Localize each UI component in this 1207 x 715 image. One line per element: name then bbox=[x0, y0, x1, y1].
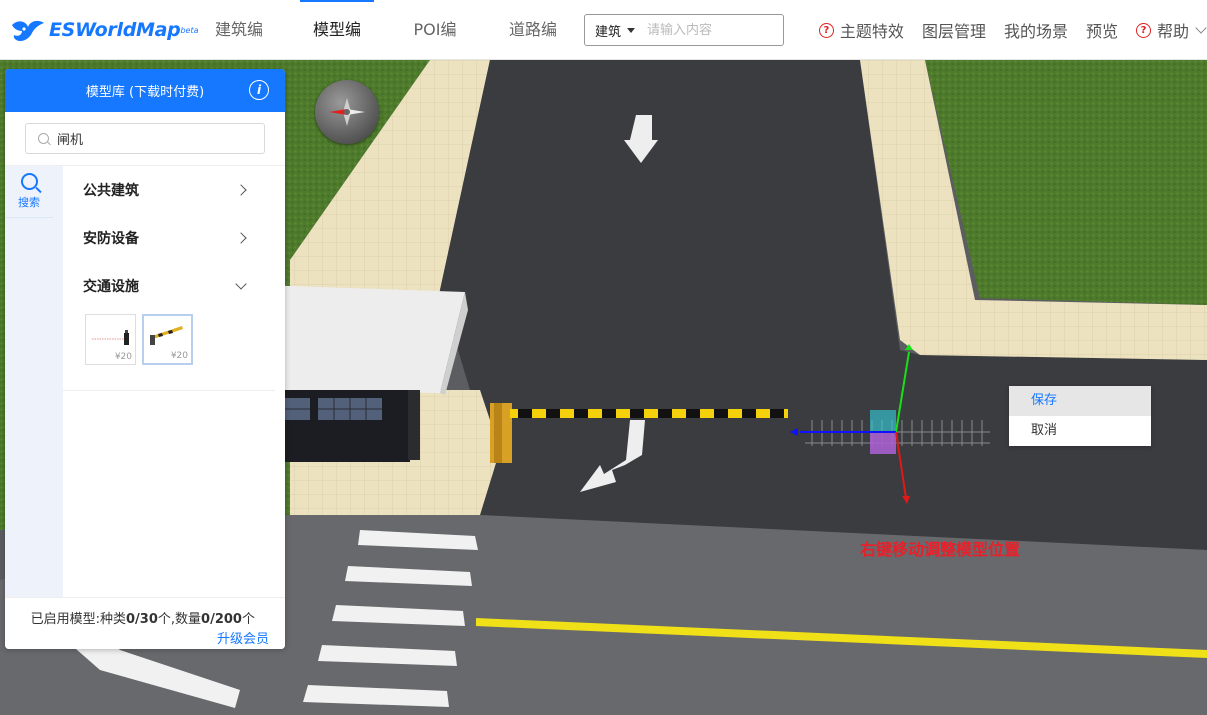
model-card-bollard[interactable]: ¥20 bbox=[85, 314, 136, 365]
upgrade-link[interactable]: 升级会员 bbox=[217, 628, 269, 647]
usage-prefix: 已启用模型:种类 bbox=[30, 612, 127, 627]
search-icon bbox=[20, 173, 38, 190]
model-card-barrier-gate[interactable]: ¥20 bbox=[142, 314, 193, 365]
category-security-equipment[interactable]: 安防设备 bbox=[63, 214, 275, 262]
panel-footer: 已启用模型:种类0/30个,数量0/200个 升级会员 bbox=[5, 597, 285, 649]
model-search-input[interactable] bbox=[57, 131, 247, 146]
usage-kinds: 0/30 bbox=[126, 612, 158, 627]
nav-building-edit[interactable]: 建筑编 bbox=[190, 0, 288, 60]
usage-suffix: 个 bbox=[241, 612, 255, 627]
caret-down-icon bbox=[627, 27, 636, 33]
logo-text: ESWorldMap bbox=[49, 19, 181, 41]
chevron-right-icon bbox=[235, 232, 247, 244]
layer-mgmt-button[interactable]: 图层管理 bbox=[922, 18, 986, 42]
context-menu: 保存 取消 bbox=[1009, 386, 1151, 446]
side-tab-label: 搜索 bbox=[18, 196, 40, 209]
category-traffic-facilities[interactable]: 交通设施 bbox=[63, 262, 275, 310]
chevron-down-icon bbox=[1195, 22, 1207, 34]
panel-header: 模型库 (下载时付费) i bbox=[5, 69, 285, 112]
search-icon bbox=[38, 133, 49, 144]
model-usage-text: 已启用模型:种类0/30个,数量0/200个 bbox=[31, 608, 255, 627]
main-nav: 建筑编 模型编 POI编 道路编 bbox=[190, 0, 582, 60]
top-header: ESWorldMap beta 建筑编 模型编 POI编 道路编 建筑 ? 主题… bbox=[0, 0, 1207, 60]
model-price: ¥20 bbox=[114, 352, 132, 362]
chevron-down-icon bbox=[235, 277, 247, 290]
right-menu: ? 主题特效 图层管理 我的场景 预览 ? 帮助 bbox=[801, 0, 1207, 60]
logo[interactable]: ESWorldMap beta bbox=[10, 14, 199, 46]
logo-bird-icon bbox=[12, 20, 44, 41]
help-label: 帮助 bbox=[1156, 22, 1189, 41]
panel-title: 模型库 (下载时付费) bbox=[85, 85, 205, 100]
question-icon: ? bbox=[818, 22, 834, 38]
nav-poi-edit[interactable]: POI编 bbox=[386, 0, 484, 60]
my-scene-button[interactable]: 我的场景 bbox=[1004, 18, 1068, 42]
theme-effects-label: 主题特效 bbox=[839, 22, 904, 41]
model-price: ¥20 bbox=[170, 351, 188, 361]
question-icon: ? bbox=[1135, 22, 1151, 38]
theme-effects-button[interactable]: ? 主题特效 bbox=[818, 18, 904, 42]
context-cancel[interactable]: 取消 bbox=[1009, 416, 1151, 446]
context-save[interactable]: 保存 bbox=[1009, 386, 1151, 416]
header-search: 建筑 bbox=[584, 14, 784, 46]
usage-count: 0/200 bbox=[201, 612, 242, 627]
category-public-buildings[interactable]: 公共建筑 bbox=[63, 166, 275, 214]
category-label: 交通设施 bbox=[83, 279, 139, 295]
model-library-panel: 模型库 (下载时付费) i 搜索 公共建筑 安防设备 交通设施 bbox=[5, 69, 285, 649]
side-tab-search[interactable]: 搜索 bbox=[5, 166, 53, 218]
category-label: 安防设备 bbox=[83, 231, 139, 247]
search-type-select[interactable]: 建筑 bbox=[585, 21, 636, 40]
search-type-label: 建筑 bbox=[595, 24, 622, 40]
chevron-right-icon bbox=[235, 184, 247, 196]
model-grid: ¥20 ¥20 bbox=[63, 314, 275, 365]
side-tabs: 搜索 bbox=[5, 166, 63, 597]
nav-model-edit[interactable]: 模型编 bbox=[288, 0, 386, 60]
usage-middle: 个,数量 bbox=[157, 612, 202, 627]
category-label: 公共建筑 bbox=[83, 183, 139, 199]
model-search bbox=[25, 123, 265, 154]
help-button[interactable]: ? 帮助 bbox=[1135, 18, 1207, 42]
category-list: 公共建筑 安防设备 交通设施 ¥20 ¥20 bbox=[63, 166, 275, 365]
move-hint-text: 右键移动调整模型位置 bbox=[860, 540, 1021, 559]
divider bbox=[63, 390, 275, 391]
nav-road-edit[interactable]: 道路编 bbox=[484, 0, 582, 60]
header-search-input[interactable] bbox=[647, 22, 768, 38]
info-icon[interactable]: i bbox=[249, 80, 269, 100]
compass-icon bbox=[329, 98, 365, 126]
compass-widget[interactable] bbox=[315, 80, 379, 144]
preview-button[interactable]: 预览 bbox=[1086, 18, 1118, 42]
